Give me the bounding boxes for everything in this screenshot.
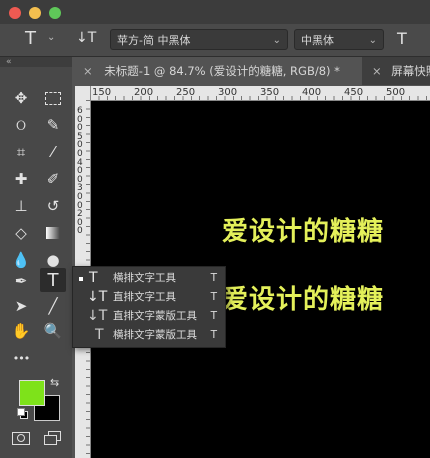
- minimize-window-button[interactable]: [29, 7, 41, 19]
- font-family-value: 苹方-简 中黑体: [117, 34, 191, 47]
- maximize-window-button[interactable]: [49, 7, 61, 19]
- lasso-tool-icon[interactable]: ଠ: [8, 113, 34, 137]
- canvas-text-layer-2[interactable]: 爱设计的糖糖: [222, 279, 384, 316]
- window-title-bar: [0, 0, 430, 24]
- document-tab-bar: × 未标题-1 @ 84.7% (爱设计的糖糖, RGB/8) * × 屏幕快照: [75, 57, 430, 85]
- eraser-tool-icon[interactable]: ◇: [8, 221, 34, 245]
- menu-item-horizontal-type-tool[interactable]: T 横排文字工具 T: [73, 269, 225, 288]
- chevron-down-icon: ⌄: [272, 35, 281, 46]
- font-size-icon[interactable]: T: [397, 29, 407, 48]
- font-style-select[interactable]: 中黑体 ⌄: [294, 29, 384, 50]
- menu-item-horizontal-type-mask-tool[interactable]: T 横排文字蒙版工具 T: [73, 326, 225, 345]
- menu-item-label: 横排文字工具: [113, 272, 176, 284]
- path-selection-tool-icon[interactable]: ➤: [8, 294, 34, 318]
- gradient-tool-icon[interactable]: [40, 221, 66, 245]
- healing-brush-tool-icon[interactable]: ✚: [8, 167, 34, 191]
- history-brush-tool-icon[interactable]: ↺: [40, 194, 66, 218]
- font-family-select[interactable]: 苹方-简 中黑体 ⌄: [110, 29, 288, 50]
- text-orientation-toggle-icon[interactable]: ↓T: [76, 30, 96, 46]
- pen-tool-icon[interactable]: ✒: [8, 269, 34, 293]
- chevron-down-icon: ⌄: [368, 35, 377, 46]
- type-tool-preset-icon[interactable]: T: [25, 28, 36, 49]
- shortcut-key: T: [210, 272, 217, 284]
- hand-tool-icon[interactable]: ✋: [8, 319, 34, 343]
- close-window-button[interactable]: [9, 7, 21, 19]
- tab-label: 未标题-1 @ 84.7% (爱设计的糖糖, RGB/8) *: [104, 64, 340, 78]
- ruler-label: 0: [77, 226, 83, 237]
- canvas-text-layer-1[interactable]: 爱设计的糖糖: [222, 211, 384, 248]
- default-colors-icon[interactable]: [17, 408, 28, 419]
- horizontal-ruler[interactable]: 150 200 250 300 350 400 450 500: [90, 86, 430, 101]
- document-tab[interactable]: × 屏幕快照: [364, 57, 430, 85]
- horizontal-type-icon: T: [89, 270, 98, 286]
- horizontal-type-tool-icon[interactable]: T: [40, 268, 66, 292]
- zoom-tool-icon[interactable]: 🔍: [40, 319, 66, 343]
- font-style-value: 中黑体: [301, 34, 334, 47]
- shortcut-key: T: [210, 291, 217, 303]
- close-tab-icon[interactable]: ×: [372, 64, 382, 78]
- rectangular-marquee-tool-icon[interactable]: [40, 86, 66, 110]
- options-bar: T ⌄ ↓T 苹方-简 中黑体 ⌄ 中黑体 ⌄ T: [0, 24, 430, 57]
- menu-item-vertical-type-mask-tool[interactable]: ↓T 直排文字蒙版工具 T: [73, 307, 225, 326]
- menu-item-label: 横排文字蒙版工具: [113, 329, 197, 341]
- shortcut-key: T: [210, 329, 217, 341]
- crop-tool-icon[interactable]: ⌗: [8, 140, 34, 164]
- edit-toolbar-more-icon[interactable]: •••: [8, 346, 34, 370]
- tab-label: 屏幕快照: [391, 64, 430, 78]
- clone-stamp-tool-icon[interactable]: ⊥: [8, 194, 34, 218]
- selected-indicator: [79, 277, 83, 281]
- quick-selection-tool-icon[interactable]: ✎: [40, 113, 66, 137]
- shortcut-key: T: [210, 310, 217, 322]
- menu-item-label: 直排文字蒙版工具: [113, 310, 197, 322]
- document-tab-active[interactable]: × 未标题-1 @ 84.7% (爱设计的糖糖, RGB/8) *: [75, 57, 362, 85]
- screen-mode-icon[interactable]: [44, 431, 61, 445]
- vertical-type-mask-icon: ↓T: [87, 308, 108, 324]
- tools-panel-collapse-icon[interactable]: «: [0, 57, 72, 67]
- vertical-type-icon: ↓T: [87, 289, 108, 305]
- eyedropper-tool-icon[interactable]: ⁄: [40, 140, 66, 164]
- move-tool-icon[interactable]: ✥: [8, 86, 34, 110]
- type-tool-flyout-menu: T 横排文字工具 T ↓T 直排文字工具 T ↓T 直排文字蒙版工具 T T 横…: [72, 266, 226, 348]
- line-tool-icon[interactable]: ╱: [40, 294, 66, 318]
- horizontal-type-mask-icon: T: [95, 327, 104, 343]
- menu-item-label: 直排文字工具: [113, 291, 176, 303]
- swap-colors-icon[interactable]: ⇆: [50, 376, 59, 389]
- brush-tool-icon[interactable]: ✐: [40, 167, 66, 191]
- chevron-down-icon[interactable]: ⌄: [47, 32, 55, 43]
- close-tab-icon[interactable]: ×: [83, 64, 93, 78]
- foreground-color-swatch[interactable]: [19, 380, 45, 406]
- quick-mask-mode-icon[interactable]: [12, 432, 30, 445]
- menu-item-vertical-type-tool[interactable]: ↓T 直排文字工具 T: [73, 288, 225, 307]
